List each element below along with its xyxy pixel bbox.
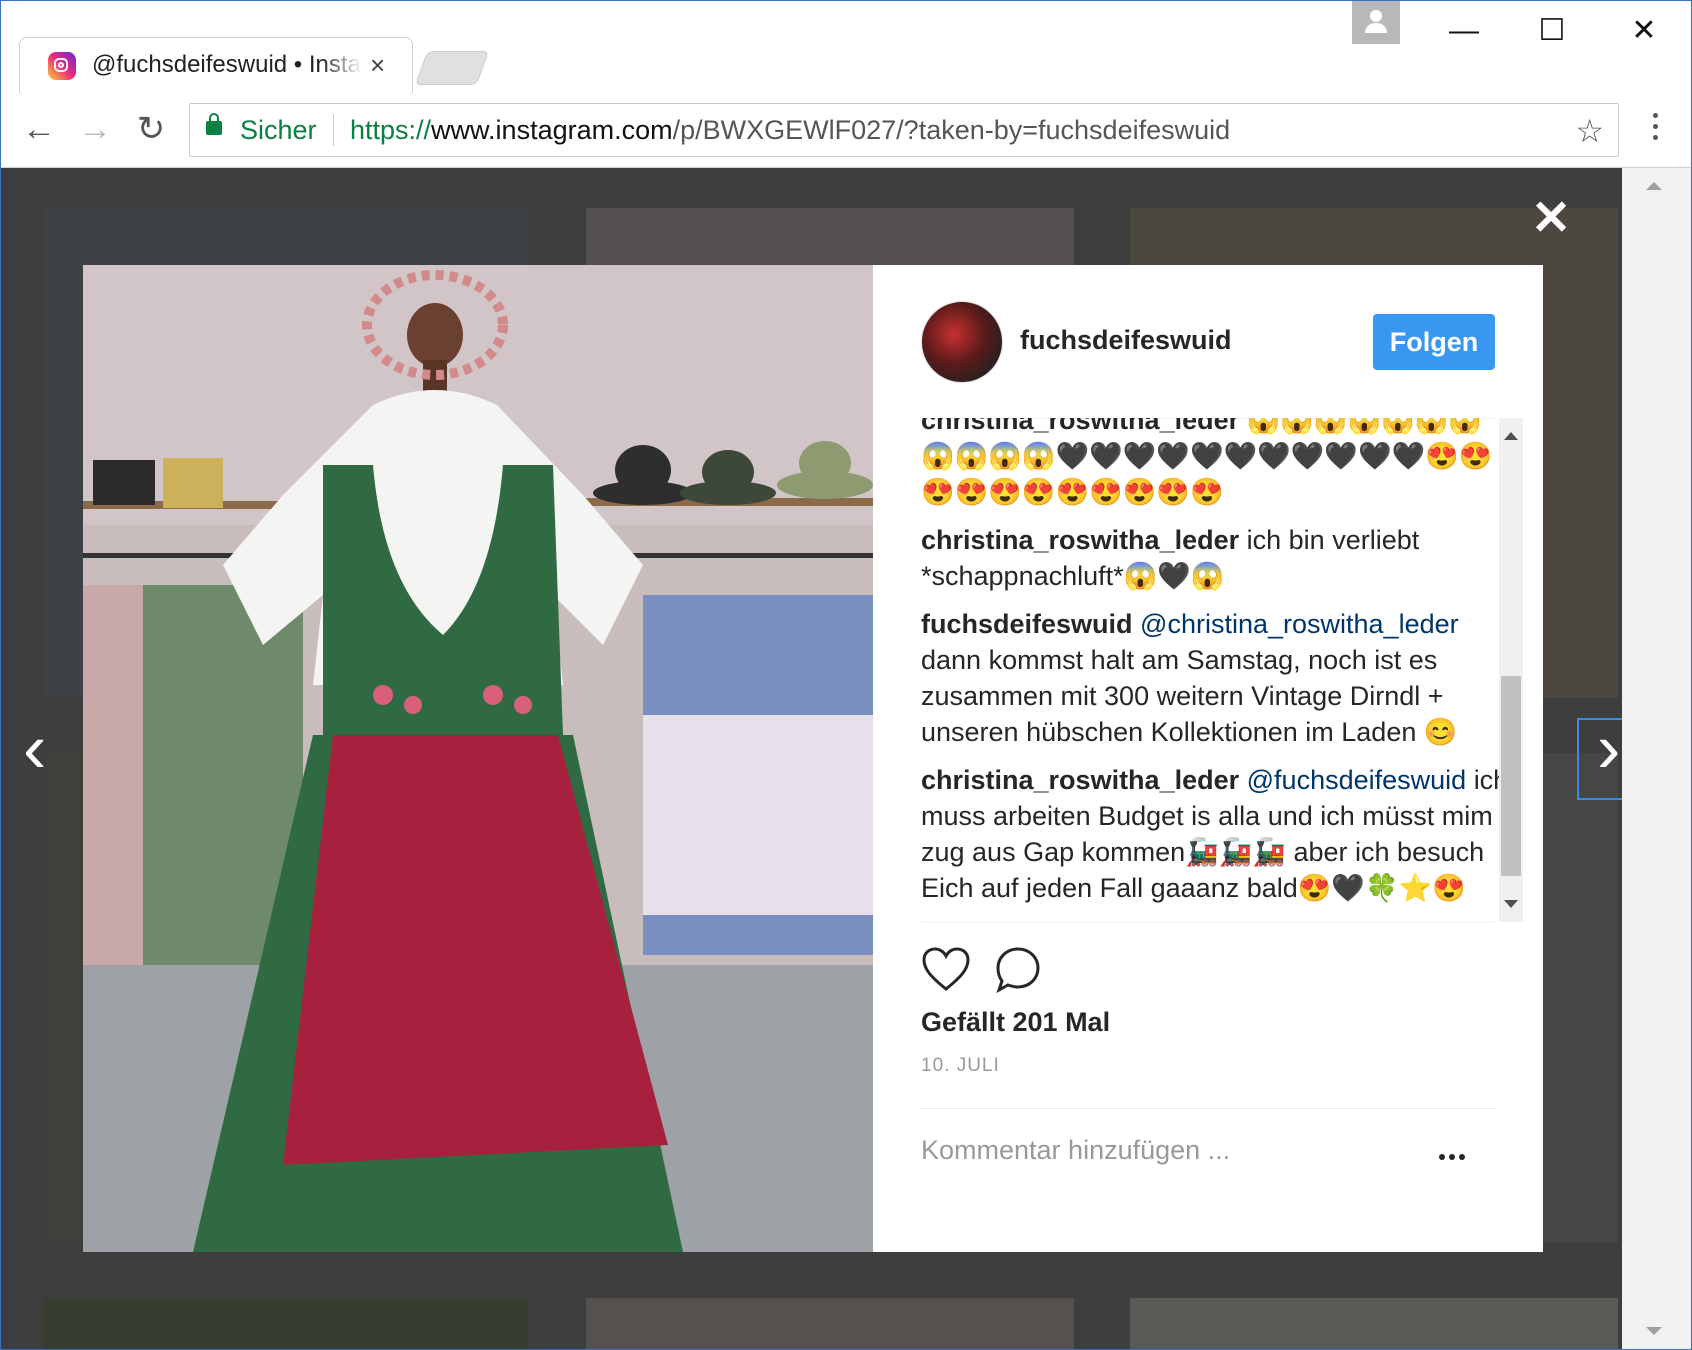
comment-list[interactable]: christina_roswitha_leder 😱😱😱😱😱😱😱😱😱😱😱🖤🖤🖤🖤… bbox=[921, 418, 1511, 922]
more-icon[interactable] bbox=[1439, 1147, 1479, 1160]
footer-divider bbox=[921, 1108, 1495, 1109]
follow-button[interactable]: Folgen bbox=[1373, 314, 1495, 370]
comment-username[interactable]: christina_roswitha_leder bbox=[921, 418, 1239, 435]
omnibox-divider bbox=[333, 114, 334, 146]
close-icon[interactable]: ✕ bbox=[1531, 190, 1571, 246]
post-username[interactable]: fuchsdeifeswuid bbox=[1020, 325, 1232, 356]
reload-button[interactable]: ↻ bbox=[129, 107, 173, 151]
post-photo[interactable] bbox=[83, 265, 873, 1252]
scroll-up-arrow[interactable] bbox=[1646, 182, 1662, 190]
address-bar[interactable]: Sicher https://www.instagram.com/p/BWXGE… bbox=[189, 103, 1619, 157]
instagram-icon bbox=[48, 52, 76, 80]
comment-mention[interactable]: @christina_roswitha_leder bbox=[1140, 609, 1459, 639]
browser-menu-button[interactable] bbox=[1645, 107, 1665, 151]
actions-divider bbox=[921, 922, 1495, 923]
url-path: /p/BWXGEWlF027/?taken-by=fuchsdeifeswuid bbox=[672, 115, 1231, 145]
maximize-button[interactable]: ☐ bbox=[1529, 9, 1575, 53]
comment-item: christina_roswitha_leder ich bin verlieb… bbox=[921, 522, 1511, 594]
secure-label: Sicher bbox=[240, 115, 317, 145]
comment-icon[interactable] bbox=[993, 945, 1043, 995]
scroll-down-arrow[interactable] bbox=[1646, 1327, 1662, 1335]
heart-icon[interactable] bbox=[921, 945, 971, 995]
comment-mention[interactable]: @fuchsdeifeswuid bbox=[1247, 765, 1467, 795]
chevron-right-icon[interactable]: › bbox=[1597, 708, 1620, 788]
comment-item: christina_roswitha_leder 😱😱😱😱😱😱😱😱😱😱😱🖤🖤🖤🖤… bbox=[921, 418, 1511, 510]
scroll-down-arrow[interactable] bbox=[1504, 900, 1518, 908]
comment-username[interactable]: christina_roswitha_leder bbox=[921, 525, 1239, 555]
star-icon[interactable]: ☆ bbox=[1575, 112, 1604, 150]
scroll-up-arrow[interactable] bbox=[1504, 432, 1518, 440]
post-modal: fuchsdeifeswuid Folgen christina_roswith… bbox=[83, 265, 1543, 1252]
url-host: www.instagram.com bbox=[431, 115, 673, 145]
page-viewport: ✕ ‹ › fuchsdeifeswuid Folgen christina_r… bbox=[1, 168, 1622, 1349]
comment-text: dann kommst halt am Samstag, noch ist es… bbox=[921, 645, 1458, 747]
comment-username[interactable]: christina_roswitha_leder bbox=[921, 765, 1239, 795]
back-button[interactable]: ← bbox=[17, 107, 61, 151]
chevron-left-icon[interactable]: ‹ bbox=[23, 708, 46, 788]
likes-count[interactable]: Gefällt 201 Mal bbox=[921, 1007, 1110, 1038]
browser-tab[interactable]: @fuchsdeifeswuid • Instagram × bbox=[19, 37, 413, 94]
avatar[interactable] bbox=[921, 301, 1003, 383]
browser-window: @fuchsdeifeswuid • Instagram × — ☐ ✕ ← →… bbox=[0, 0, 1692, 1350]
url-text[interactable]: https://www.instagram.com/p/BWXGEWlF027/… bbox=[350, 115, 1230, 146]
window-close-button[interactable]: ✕ bbox=[1621, 9, 1667, 53]
new-tab-button[interactable] bbox=[414, 51, 490, 85]
comment-item: christina_roswitha_leder @fuchsdeifeswui… bbox=[921, 762, 1511, 906]
scroll-thumb[interactable] bbox=[1501, 676, 1521, 876]
browser-toolbar: ← → ↻ Sicher https://www.instagram.com/p… bbox=[1, 93, 1691, 168]
lock-icon bbox=[206, 113, 222, 135]
profile-icon[interactable] bbox=[1352, 1, 1400, 44]
add-comment-input[interactable]: Kommentar hinzufügen ... bbox=[921, 1135, 1230, 1166]
page-scrollbar[interactable] bbox=[1622, 168, 1691, 1349]
minimize-button[interactable]: — bbox=[1441, 9, 1487, 53]
comment-item: fuchsdeifeswuid @christina_roswitha_lede… bbox=[921, 606, 1511, 750]
dirndl-photo-illustration bbox=[83, 265, 873, 1252]
title-bar: @fuchsdeifeswuid • Instagram × — ☐ ✕ bbox=[1, 1, 1691, 94]
comment-username[interactable]: fuchsdeifeswuid bbox=[921, 609, 1133, 639]
tab-title: @fuchsdeifeswuid • Instagram bbox=[92, 51, 362, 78]
tab-close-icon[interactable]: × bbox=[370, 50, 385, 81]
post-date: 10. JULI bbox=[921, 1055, 1000, 1076]
post-sidebar: fuchsdeifeswuid Folgen christina_roswith… bbox=[873, 265, 1543, 1252]
forward-button[interactable]: → bbox=[73, 107, 117, 151]
comments-scrollbar[interactable] bbox=[1499, 418, 1523, 922]
url-scheme: https:// bbox=[350, 115, 432, 145]
